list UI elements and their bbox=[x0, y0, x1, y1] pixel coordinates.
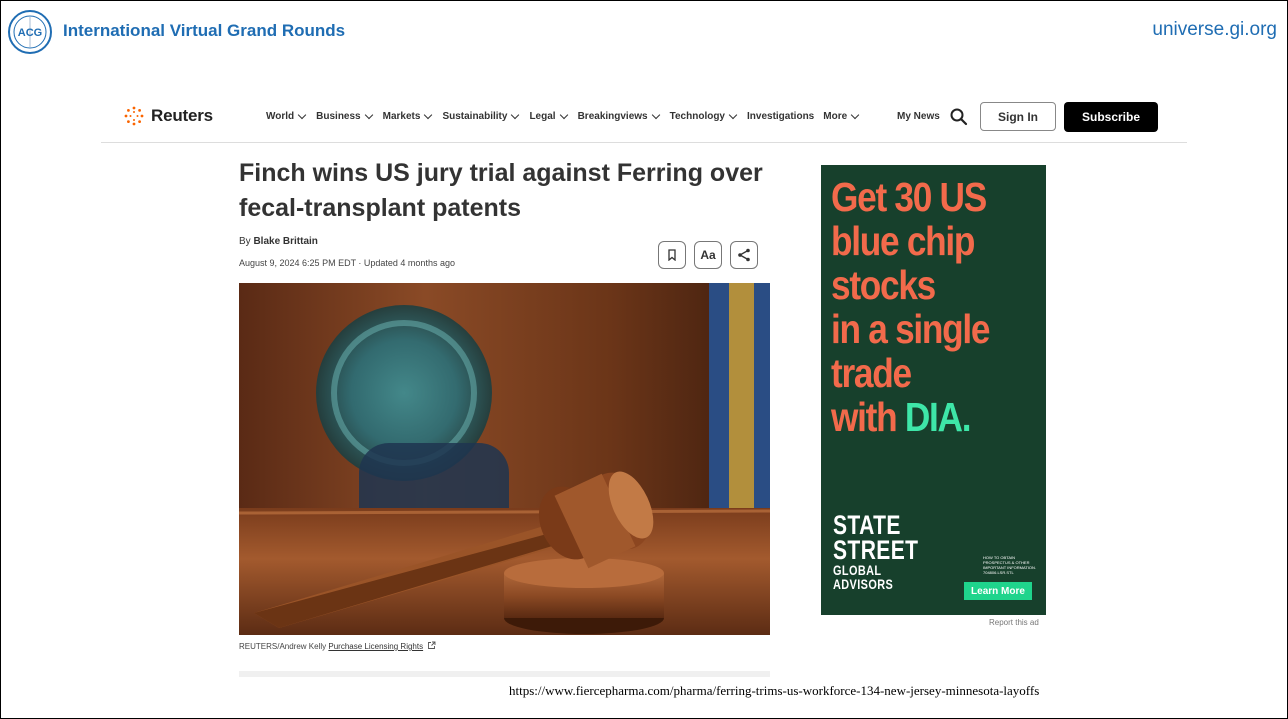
search-icon[interactable] bbox=[949, 107, 969, 127]
nav-item-more[interactable]: More bbox=[823, 110, 860, 122]
nav-label: Sustainability bbox=[442, 111, 508, 122]
article-headline: Finch wins US jury trial against Ferring… bbox=[239, 159, 763, 222]
nav-item-business[interactable]: Business bbox=[316, 110, 373, 122]
photo-caption: REUTERS/Andrew Kelly Purchase Licensing … bbox=[239, 641, 436, 651]
nav-item-investigations[interactable]: Investigations bbox=[747, 111, 814, 122]
nav-item-legal[interactable]: Legal bbox=[529, 110, 568, 122]
nav-item-technology[interactable]: Technology bbox=[669, 110, 738, 122]
nav-divider bbox=[101, 142, 1187, 143]
my-news-link[interactable]: My News bbox=[897, 111, 940, 122]
share-icon bbox=[738, 248, 750, 262]
reuters-wordmark: Reuters bbox=[151, 106, 213, 125]
site-url: universe.gi.org bbox=[1152, 19, 1277, 40]
photo-credit: REUTERS/Andrew Kelly bbox=[239, 642, 327, 651]
advertisement[interactable]: Get 30 US blue chip stocks in a single t… bbox=[821, 165, 1046, 615]
share-button[interactable] bbox=[730, 241, 758, 269]
nav-item-sustainability[interactable]: Sustainability bbox=[442, 110, 520, 122]
chevron-down-icon bbox=[651, 110, 660, 120]
chevron-down-icon bbox=[297, 110, 307, 120]
chevron-down-icon bbox=[850, 110, 860, 120]
reuters-logo[interactable]: Reuters bbox=[123, 105, 213, 127]
byline: By Blake Brittain bbox=[239, 236, 318, 247]
slide-title: International Virtual Grand Rounds bbox=[63, 21, 346, 40]
nav-item-breakingviews[interactable]: Breakingviews bbox=[577, 110, 661, 122]
subscribe-button[interactable]: Subscribe bbox=[1064, 102, 1158, 132]
author-link[interactable]: Blake Brittain bbox=[253, 236, 317, 247]
ad-line: Get 30 US bbox=[831, 174, 987, 220]
chevron-down-icon bbox=[559, 110, 568, 120]
ad-line: blue chip bbox=[831, 218, 975, 264]
ad-highlight: DIA. bbox=[904, 394, 972, 440]
ad-brand-line: STREET bbox=[833, 535, 919, 565]
byline-prefix: By bbox=[239, 236, 251, 247]
nav-label: Legal bbox=[529, 111, 556, 122]
article-photo-gavel bbox=[239, 283, 770, 635]
ad-line: trade bbox=[831, 350, 912, 396]
nav-label: Investigations bbox=[747, 111, 815, 122]
nav-label: More bbox=[823, 111, 848, 122]
ad-brand-line: ADVISORS bbox=[833, 576, 894, 592]
nav-label: Technology bbox=[669, 111, 725, 122]
nav-label: Breakingviews bbox=[577, 111, 648, 122]
acg-logo-text: ACG bbox=[18, 27, 42, 39]
nav-label: Markets bbox=[382, 111, 421, 122]
nav-label: Business bbox=[316, 111, 361, 122]
licensing-link[interactable]: Purchase Licensing Rights bbox=[328, 642, 423, 651]
ad-line: with DIA. bbox=[831, 395, 1037, 439]
ad-line: stocks bbox=[831, 262, 936, 308]
chevron-down-icon bbox=[728, 110, 738, 120]
text-size-button[interactable]: Aa bbox=[694, 241, 722, 269]
ad-brand-line: GLOBAL bbox=[833, 562, 882, 578]
content-divider bbox=[239, 671, 770, 677]
report-ad-link[interactable]: Report this ad bbox=[989, 618, 1039, 627]
nav-item-markets[interactable]: Markets bbox=[382, 110, 434, 122]
chevron-down-icon bbox=[424, 110, 433, 120]
reuters-dots-icon bbox=[124, 106, 144, 126]
slide-frame: ACG International Virtual Grand Rounds u… bbox=[0, 0, 1288, 719]
ad-fine-print: HOW TO OBTAIN PROSPECTUS & OTHER IMPORTA… bbox=[983, 555, 1037, 575]
ad-brand-logo: STATE STREET GLOBAL ADVISORS bbox=[833, 512, 919, 592]
nav-item-world[interactable]: World bbox=[266, 110, 307, 122]
ad-line-prefix: with bbox=[831, 394, 905, 440]
chevron-down-icon bbox=[364, 110, 373, 120]
bookmark-button[interactable] bbox=[658, 241, 686, 269]
sign-in-button[interactable]: Sign In bbox=[980, 102, 1056, 131]
dateline: August 9, 2024 6:25 PM EDT · Updated 4 m… bbox=[239, 258, 455, 268]
chevron-down-icon bbox=[511, 110, 520, 120]
ad-line: in a single bbox=[831, 306, 991, 352]
acg-logo: ACG bbox=[8, 10, 52, 54]
source-url: https://www.fiercepharma.com/pharma/ferr… bbox=[509, 683, 1040, 698]
article-tools: Aa bbox=[658, 241, 758, 269]
main-nav: World Business Markets Sustainability Le… bbox=[266, 110, 860, 122]
learn-more-button[interactable]: Learn More bbox=[964, 582, 1032, 600]
nav-label: World bbox=[266, 111, 295, 122]
bookmark-icon bbox=[668, 249, 676, 261]
ad-headline: Get 30 US blue chip stocks in a single t… bbox=[831, 175, 1037, 439]
external-link-icon bbox=[428, 641, 436, 649]
